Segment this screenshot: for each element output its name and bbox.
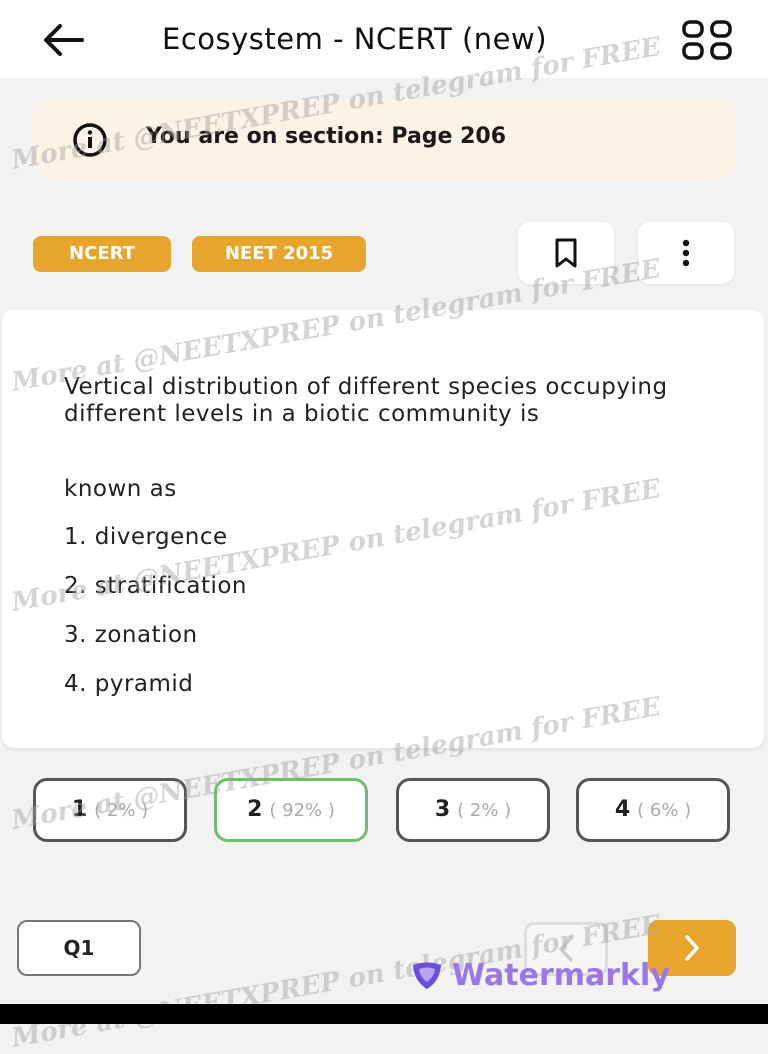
question-continuation: known as <box>64 476 177 502</box>
answer-percent: ( 6% ) <box>637 800 692 821</box>
more-options-button[interactable] <box>638 222 734 284</box>
answer-number: 2 <box>247 797 263 822</box>
question-text: Vertical distribution of different speci… <box>64 374 668 427</box>
answer-button-4[interactable]: 4 ( 6% ) <box>576 778 730 842</box>
answer-button-2[interactable]: 2 ( 92% ) <box>214 778 368 842</box>
answer-percent: ( 2% ) <box>457 800 512 821</box>
bookmark-button[interactable] <box>518 222 614 284</box>
system-nav-bar <box>0 1004 768 1024</box>
back-button[interactable] <box>40 20 90 60</box>
chevron-right-icon <box>685 935 699 961</box>
bookmark-icon <box>555 238 577 268</box>
top-app-bar: Ecosystem - NCERT (new) <box>0 0 768 78</box>
option-4: 4. pyramid <box>64 671 194 697</box>
answer-button-3[interactable]: 3 ( 2% ) <box>396 778 550 842</box>
question-grid-button[interactable] <box>680 20 736 60</box>
section-banner: You are on section: Page 206 <box>34 100 734 178</box>
tag-neet-2015: NEET 2015 <box>192 236 366 272</box>
page-title: Ecosystem - NCERT (new) <box>162 22 548 56</box>
answer-percent: ( 92% ) <box>269 800 335 821</box>
option-2: 2. stratification <box>64 573 247 599</box>
option-3: 3. zonation <box>64 622 198 648</box>
watermarkly-label: Watermarkly <box>452 958 670 993</box>
grid-icon <box>682 20 732 60</box>
answer-button-1[interactable]: 1 ( 2% ) <box>33 778 187 842</box>
info-icon <box>73 123 107 157</box>
answer-number: 3 <box>434 797 451 822</box>
answer-number: 1 <box>71 797 88 822</box>
section-text: You are on section: Page 206 <box>146 124 507 149</box>
answer-percent: ( 2% ) <box>94 800 149 821</box>
more-vertical-icon <box>682 239 690 267</box>
shield-icon <box>413 962 441 989</box>
question-card: Vertical distribution of different speci… <box>2 310 764 748</box>
option-1: 1. divergence <box>64 524 228 550</box>
arrow-left-icon <box>44 24 84 56</box>
watermarkly-logo: Watermarkly <box>410 958 670 993</box>
tag-ncert: NCERT <box>33 236 171 272</box>
question-number-chip[interactable]: Q1 <box>17 920 141 976</box>
answer-number: 4 <box>614 797 631 822</box>
